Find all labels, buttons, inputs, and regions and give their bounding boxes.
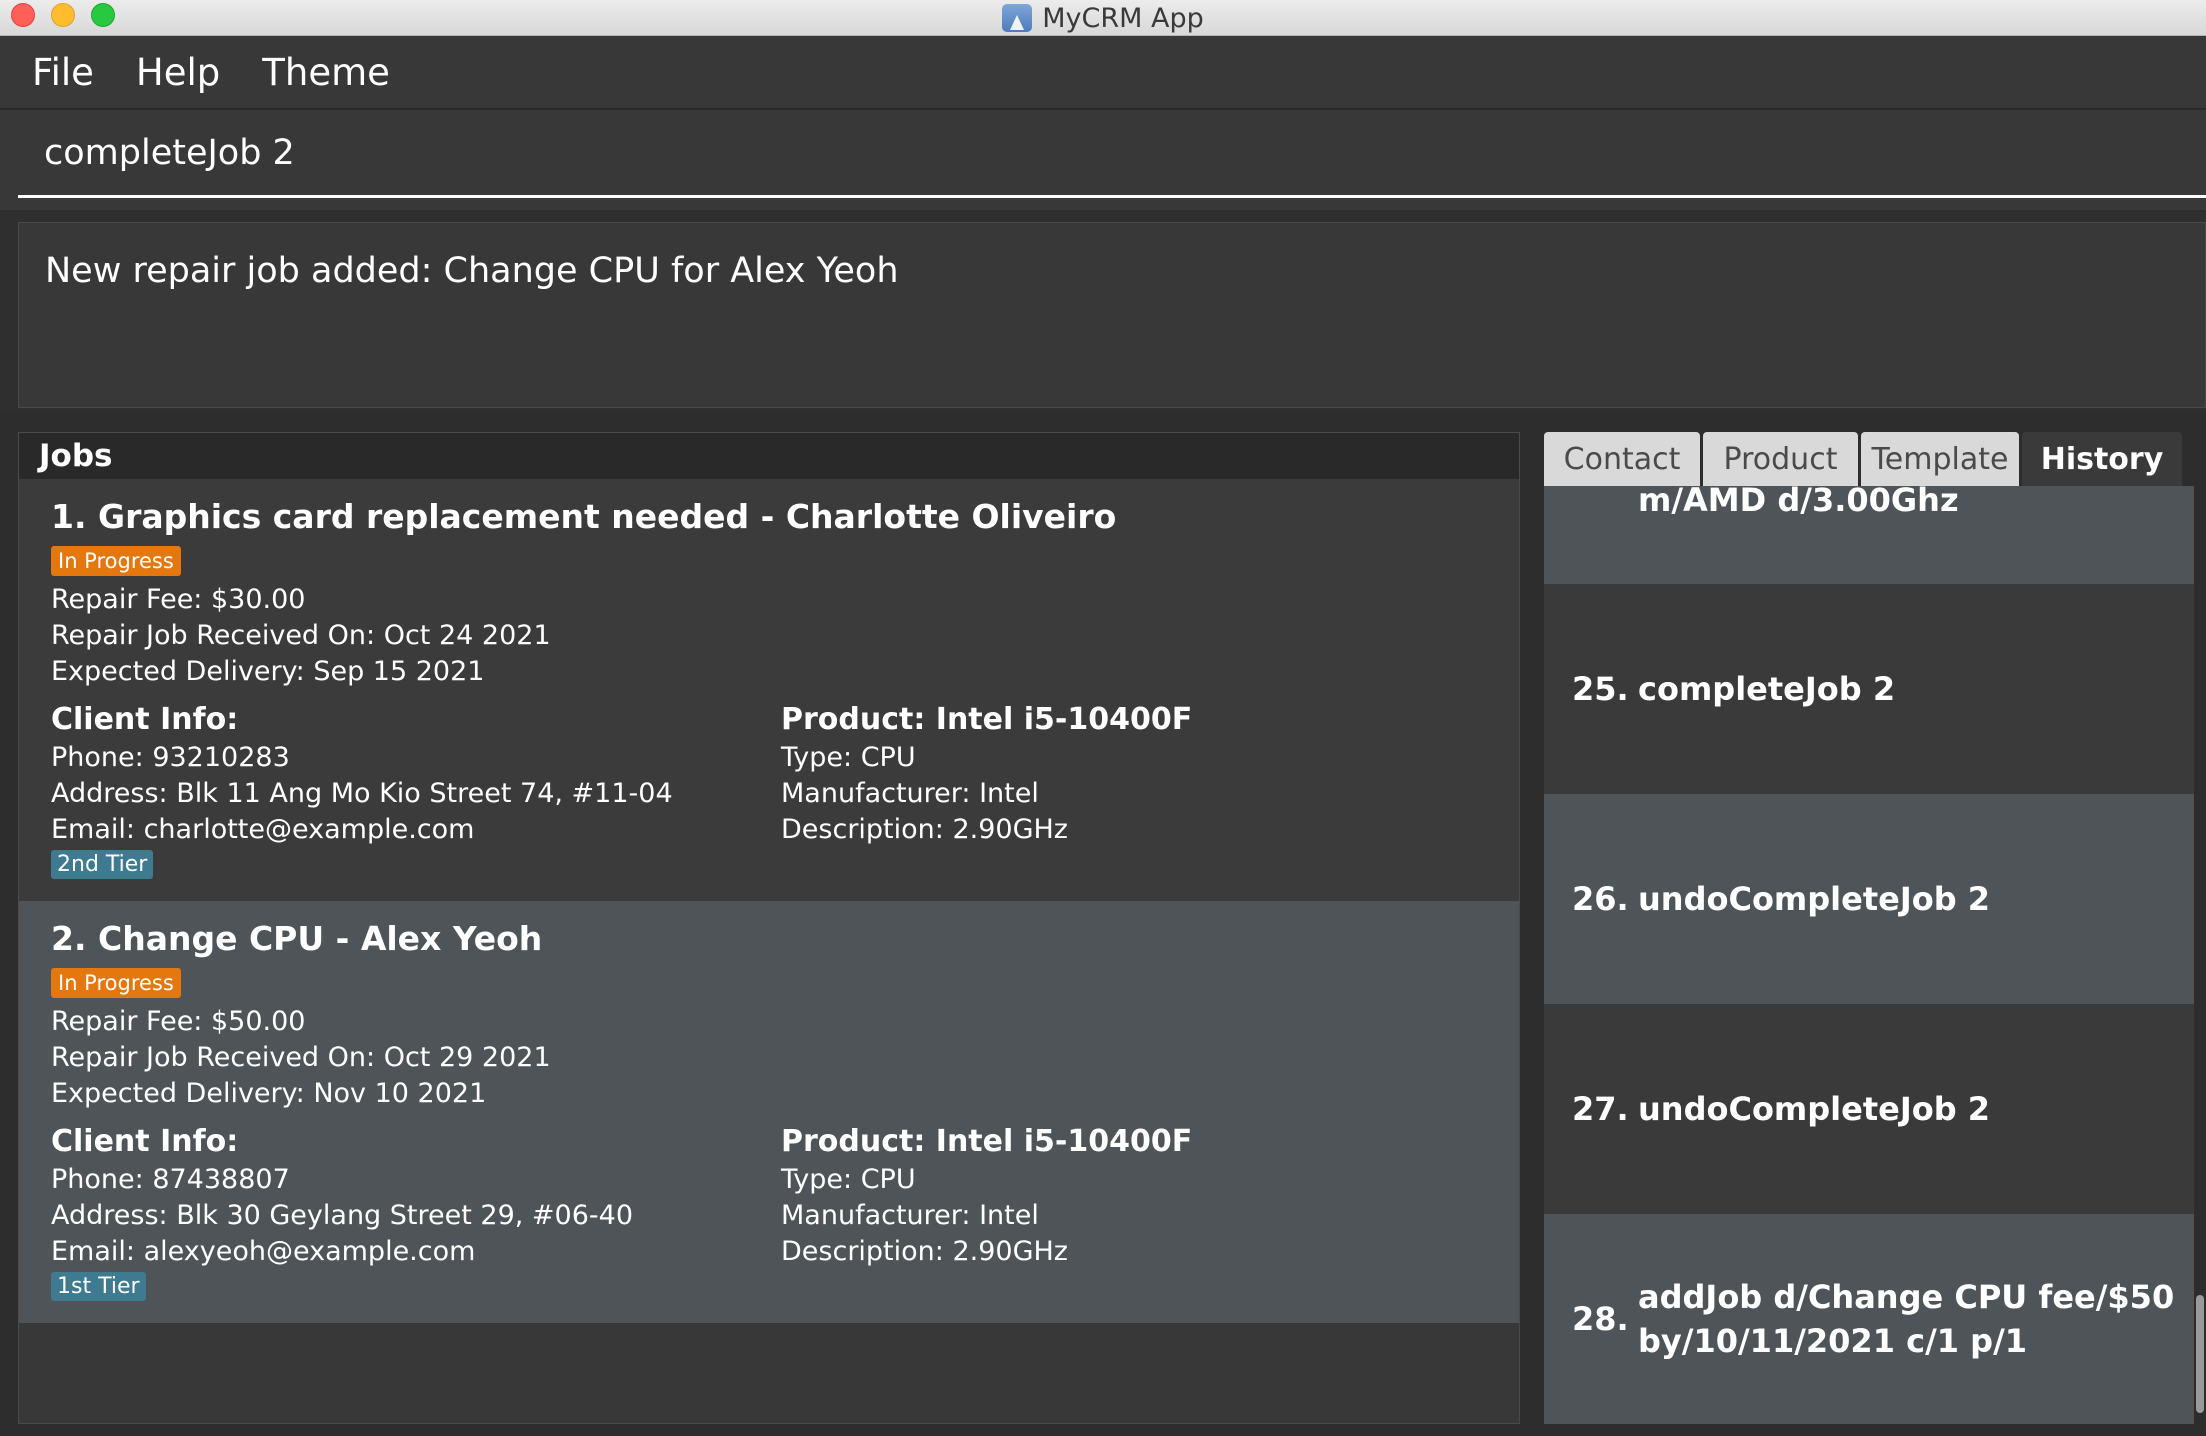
- history-item-number: 25.: [1572, 670, 1629, 708]
- jobs-header: Jobs: [19, 433, 1519, 479]
- window-title: MyCRM App: [1042, 3, 1204, 34]
- client-info: Client Info: Phone: 93210283 Address: Bl…: [51, 700, 751, 879]
- history-item-text: undoCompleteJob 2: [1638, 1090, 1991, 1128]
- client-info-heading: Client Info:: [51, 702, 239, 737]
- client-email: Email: alexyeoh@example.com: [51, 1236, 476, 1267]
- client-email: Email: charlotte@example.com: [51, 814, 475, 845]
- tier-badge: 2nd Tier: [51, 850, 154, 879]
- product-manufacturer: Manufacturer: Intel: [781, 1200, 1039, 1231]
- history-item-text: m/AMD d/3.00Ghz: [1638, 486, 1959, 519]
- result-display: New repair job added: Change CPU for Ale…: [18, 222, 2206, 408]
- history-item-text: completeJob 2: [1638, 670, 1896, 708]
- client-address: Address: Blk 11 Ang Mo Kio Street 74, #1…: [51, 778, 673, 809]
- job-delivery-date: Expected Delivery: Sep 15 2021: [51, 656, 485, 687]
- job-card[interactable]: 2. Change CPU - Alex Yeoh In Progress Re…: [19, 901, 1519, 1323]
- product-manufacturer: Manufacturer: Intel: [781, 778, 1039, 809]
- job-title: 2. Change CPU - Alex Yeoh: [51, 919, 543, 958]
- history-item[interactable]: 25. completeJob 2: [1544, 584, 2194, 794]
- command-input[interactable]: [18, 110, 2206, 198]
- job-received-date: Repair Job Received On: Oct 24 2021: [51, 620, 551, 651]
- product-description: Description: 2.90GHz: [781, 1236, 1068, 1267]
- tab-bar: Contact Product Template History: [1544, 432, 2194, 486]
- product-info: Product: Intel i5-10400F Type: CPU Manuf…: [781, 1122, 1481, 1270]
- status-badge: In Progress: [51, 968, 181, 998]
- history-item-number: 26.: [1572, 880, 1629, 918]
- product-heading: Product: Intel i5-10400F: [781, 1124, 1193, 1159]
- job-fee: Repair Fee: $30.00: [51, 584, 306, 615]
- history-item[interactable]: 27. undoCompleteJob 2: [1544, 1004, 2194, 1214]
- job-title: 1. Graphics card replacement needed - Ch…: [51, 497, 1117, 536]
- menu-bar: File Help Theme: [0, 36, 2206, 110]
- tab-product[interactable]: Product: [1703, 432, 1858, 486]
- client-phone: Phone: 93210283: [51, 742, 290, 773]
- tab-contact[interactable]: Contact: [1544, 432, 1700, 486]
- history-item[interactable]: m/AMD d/3.00Ghz: [1544, 486, 2194, 584]
- history-item-text-line: addJob d/Change CPU fee/$50: [1638, 1278, 2175, 1316]
- job-card[interactable]: 1. Graphics card replacement needed - Ch…: [19, 479, 1519, 901]
- history-list[interactable]: m/AMD d/3.00Ghz 25. completeJob 2 26. un…: [1544, 486, 2194, 1424]
- job-fee: Repair Fee: $50.00: [51, 1006, 306, 1037]
- app-icon: [1002, 3, 1033, 32]
- job-received-date: Repair Job Received On: Oct 29 2021: [51, 1042, 551, 1073]
- product-description: Description: 2.90GHz: [781, 814, 1068, 845]
- menu-theme[interactable]: Theme: [262, 51, 390, 94]
- history-item-number: 28.: [1572, 1300, 1629, 1338]
- client-address: Address: Blk 30 Geylang Street 29, #06-4…: [51, 1200, 634, 1231]
- result-area: New repair job added: Change CPU for Ale…: [0, 212, 2206, 412]
- window-titlebar: MyCRM App: [0, 0, 2206, 36]
- jobs-panel: Jobs 1. Graphics card replacement needed…: [18, 432, 1520, 1424]
- tab-template[interactable]: Template: [1861, 432, 2019, 486]
- product-info: Product: Intel i5-10400F Type: CPU Manuf…: [781, 700, 1481, 848]
- history-item[interactable]: 28. addJob d/Change CPU fee/$50 by/10/11…: [1544, 1214, 2194, 1424]
- menu-file[interactable]: File: [32, 51, 94, 94]
- client-phone: Phone: 87438807: [51, 1164, 290, 1195]
- menu-help[interactable]: Help: [136, 51, 220, 94]
- history-scrollbar[interactable]: [2196, 1295, 2204, 1413]
- history-item-text: addJob d/Change CPU fee/$50 by/10/11/202…: [1638, 1275, 2174, 1363]
- job-delivery-date: Expected Delivery: Nov 10 2021: [51, 1078, 487, 1109]
- history-item-text-line: by/10/11/2021 c/1 p/1: [1638, 1322, 2028, 1360]
- history-item-number: 27.: [1572, 1090, 1629, 1128]
- status-badge: In Progress: [51, 546, 181, 576]
- history-item[interactable]: 26. undoCompleteJob 2: [1544, 794, 2194, 1004]
- command-area: [0, 110, 2206, 210]
- history-item-text: undoCompleteJob 2: [1638, 880, 1991, 918]
- client-info: Client Info: Phone: 87438807 Address: Bl…: [51, 1122, 751, 1301]
- tier-badge: 1st Tier: [51, 1272, 146, 1301]
- tab-history[interactable]: History: [2022, 432, 2182, 486]
- product-type: Type: CPU: [781, 1164, 916, 1195]
- product-type: Type: CPU: [781, 742, 916, 773]
- product-heading: Product: Intel i5-10400F: [781, 702, 1193, 737]
- client-info-heading: Client Info:: [51, 1124, 239, 1159]
